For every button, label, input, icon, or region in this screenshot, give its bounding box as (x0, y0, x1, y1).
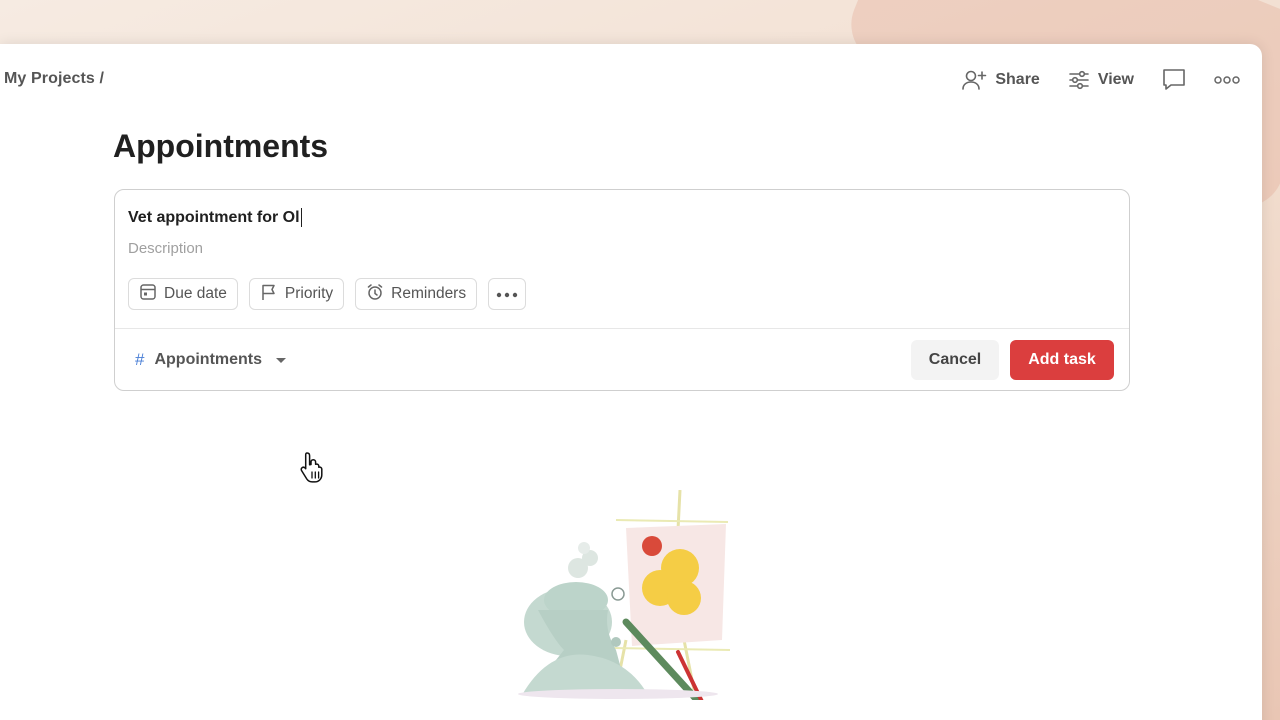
mouse-pointer-icon (298, 450, 328, 489)
alarm-clock-icon (366, 283, 384, 306)
description-input[interactable]: Description (128, 240, 203, 257)
more-options-button[interactable] (488, 278, 527, 310)
add-task-button[interactable]: Add task (1010, 340, 1114, 380)
flag-icon (260, 283, 278, 306)
topbar-actions: Share View (933, 66, 1240, 94)
task-editor: Vet appointment for Ol Description Due d… (114, 189, 1130, 391)
reminders-label: Reminders (391, 285, 467, 302)
divider (115, 328, 1129, 329)
priority-button[interactable]: Priority (248, 278, 345, 310)
comments-button[interactable] (1162, 68, 1186, 92)
task-options: Due date Priority Reminders (128, 278, 527, 310)
empty-state-illustration (508, 489, 738, 716)
top-bar: My Projects / Share View (0, 64, 1262, 96)
calendar-icon (139, 283, 157, 306)
text-caret (300, 208, 303, 227)
more-horizontal-icon (1214, 75, 1240, 85)
hash-icon: # (135, 350, 145, 369)
task-name-value: Vet appointment for Ol (128, 208, 300, 226)
share-button[interactable]: Share (961, 69, 1040, 91)
page-title: Appointments (113, 128, 329, 164)
more-actions-button[interactable] (1214, 75, 1240, 85)
sliders-icon (1068, 70, 1090, 90)
project-name: Appointments (154, 351, 263, 368)
due-date-label: Due date (164, 285, 227, 302)
chevron-down-icon (276, 357, 287, 363)
more-dots-icon (496, 285, 518, 303)
priority-label: Priority (284, 285, 334, 302)
cancel-button[interactable]: Cancel (911, 340, 999, 380)
reminders-button[interactable]: Reminders (355, 278, 478, 310)
project-selector[interactable]: # Appointments (135, 350, 287, 370)
view-button[interactable]: View (1068, 70, 1134, 90)
task-name-input[interactable]: Vet appointment for Ol (128, 208, 303, 227)
comment-icon (1162, 68, 1186, 92)
breadcrumb[interactable]: My Projects / (4, 70, 104, 88)
share-label: Share (995, 71, 1040, 88)
view-label: View (1097, 71, 1134, 88)
due-date-button[interactable]: Due date (128, 278, 238, 310)
add-person-icon (961, 69, 987, 91)
app-window: My Projects / Share View Appointments Ve… (0, 44, 1262, 720)
